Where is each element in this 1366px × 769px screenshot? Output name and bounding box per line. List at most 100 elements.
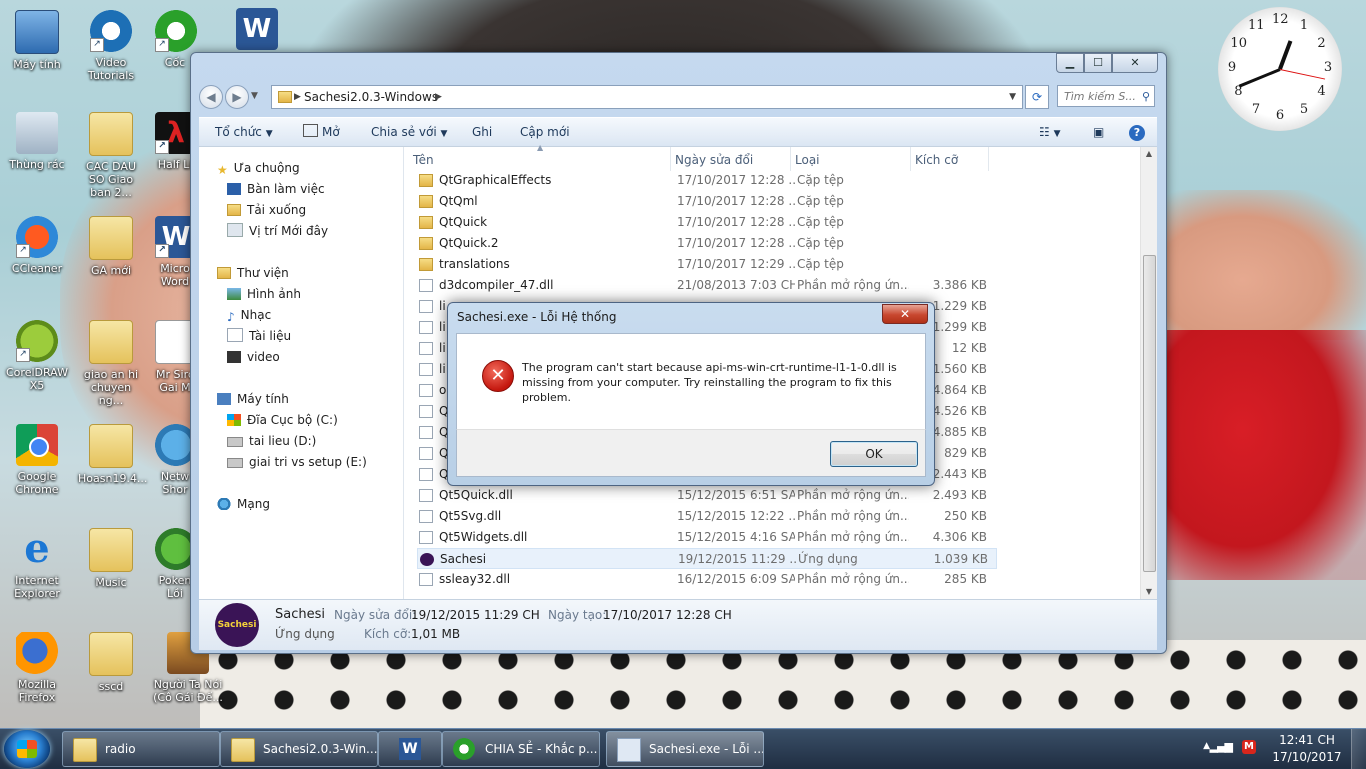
file-name: QtQuick — [439, 215, 488, 229]
desktop-icon-sscd[interactable]: sscd — [80, 632, 142, 693]
desktop-icon-mozilla-firefox[interactable]: Mozilla Firefox — [6, 632, 68, 704]
file-row[interactable]: QtQml 17/10/2017 12:28 ... Cặp tệp — [417, 191, 997, 212]
file-name: Qt5Quick.dll — [439, 488, 513, 502]
file-type: Phần mở rộng ứn... — [797, 572, 909, 586]
desktop-icon-mr-sirc[interactable]: Mr Sirc Gai M — [155, 320, 199, 394]
scrollbar-thumb[interactable] — [1143, 255, 1156, 572]
unikey-icon[interactable]: M — [1242, 740, 1256, 754]
column-header-name[interactable]: Tên — [409, 147, 671, 171]
file-row[interactable]: d3dcompiler_47.dll 21/08/2013 7:03 CH Phần… — [417, 275, 997, 296]
desktop-icon-music[interactable]: Music — [80, 528, 142, 589]
dialog-body: ✕ The program can't start because api-ms… — [456, 333, 926, 430]
nav-pictures[interactable]: Hình ảnh — [227, 284, 301, 304]
refresh-button[interactable]: ⟳ — [1025, 85, 1049, 109]
tray-date[interactable]: 17/10/2017 — [1272, 750, 1342, 764]
address-bar[interactable]: ▶ Sachesi2.0.3-Windows ▶ ▼ — [271, 85, 1023, 109]
nav-recent-places[interactable]: Vị trí Mới đây — [227, 221, 328, 241]
taskbar-button-coccoc[interactable]: CHIA SẺ - Khắc p... — [442, 731, 600, 767]
burn-button[interactable]: Ghi — [472, 118, 492, 146]
nav-drive-d[interactable]: tai lieu (D:) — [227, 431, 316, 451]
nav-network[interactable]: Mạng — [217, 494, 270, 514]
desktop-icon-recycle-bin[interactable]: Thùng rác — [6, 112, 68, 171]
taskbar-button-sachesi-folder[interactable]: Sachesi2.0.3-Win... — [220, 731, 378, 767]
dll-file-icon — [419, 279, 433, 292]
show-desktop-button[interactable] — [1351, 729, 1366, 769]
start-button[interactable] — [4, 730, 50, 768]
help-icon[interactable]: ? — [1129, 118, 1145, 146]
file-row[interactable]: Qt5Quick.dll 15/12/2015 6:51 SA Phần mở rộ… — [417, 485, 997, 506]
desktop-icon-word-doc[interactable]: W — [232, 8, 282, 54]
desktop-icon-ccleaner[interactable]: ↗ CCleaner — [6, 216, 68, 275]
recent-pages-chevron-icon[interactable]: ▼ — [251, 85, 258, 107]
scroll-down-icon[interactable]: ▼ — [1141, 585, 1157, 599]
desktop-icon-coreldraw[interactable]: ↗ CorelDRAW X5 — [6, 320, 68, 392]
nav-drive-c[interactable]: Đĩa Cục bộ (C:) — [227, 410, 338, 430]
taskbar-button-word[interactable]: W — [378, 731, 442, 767]
file-type: Cặp tệp — [797, 257, 844, 271]
column-header-type[interactable]: Loại — [791, 147, 911, 171]
file-row[interactable]: Qt5Widgets.dll 15/12/2015 4:16 SA Phần mở … — [417, 527, 997, 548]
desktop-icon-microsoft-word[interactable]: W ↗ Micro Word — [155, 216, 197, 288]
taskbar-button-radio[interactable]: radio — [62, 731, 220, 767]
address-dropdown-icon[interactable]: ▼ — [1009, 86, 1016, 108]
desktop-icon-network-shortcut[interactable]: Netw Shor — [155, 424, 197, 496]
file-row[interactable]: QtGraphicalEffects 17/10/2017 12:28 ... Cặ… — [417, 170, 997, 191]
file-name: QtQuick.2 — [439, 236, 499, 250]
desktop-icon-coccoc[interactable]: ↗ Cốc — [155, 10, 197, 69]
nav-desktop[interactable]: Bàn làm việc — [227, 179, 325, 199]
desktop-icon-internet-explorer[interactable]: e Internet Explorer — [6, 528, 68, 601]
organize-button[interactable]: Tổ chức ▼ — [215, 118, 273, 146]
desktop-icon-half-life[interactable]: λ ↗ Half Li — [155, 112, 197, 171]
signal-bars-icon[interactable]: ▂▄▆ — [1210, 740, 1233, 753]
desktop-icon-cac-dau-so[interactable]: CAC DAU SO Giao ban 2... — [78, 112, 144, 199]
file-name: QtQml — [439, 194, 478, 208]
file-row[interactable]: Sachesi 19/12/2015 11:29 ... Ứng dụng 1.039… — [417, 548, 997, 569]
breadcrumb[interactable]: Sachesi2.0.3-Windows — [304, 86, 438, 108]
view-options-icon[interactable]: ☷ ▼ — [1039, 118, 1061, 146]
nav-favorites[interactable]: ★ Ưa chuộng — [217, 158, 300, 178]
tray-time[interactable]: 12:41 CH — [1272, 733, 1342, 747]
open-button[interactable]: Mở — [303, 118, 340, 146]
firefox-icon — [16, 632, 58, 674]
share-with-button[interactable]: Chia sẻ với ▼ — [371, 118, 447, 146]
nav-drive-e[interactable]: giai tri vs setup (E:) — [227, 452, 367, 472]
nav-libraries[interactable]: Thư viện — [217, 263, 289, 283]
nav-videos[interactable]: video — [227, 347, 280, 367]
file-row[interactable]: ssleay32.dll 16/12/2015 6:09 SA Phần mở rộ… — [417, 569, 997, 590]
nav-downloads[interactable]: Tải xuống — [227, 200, 306, 220]
error-dialog: Sachesi.exe - Lỗi Hệ thống ✕ ✕ The progr… — [447, 302, 935, 486]
desktop-icon-ga-moi[interactable]: GA mới — [80, 216, 142, 277]
file-row[interactable]: Qt5Svg.dll 15/12/2015 12:22 ... Phần mở rộ… — [417, 506, 997, 527]
clock-numeral: 11 — [1248, 18, 1265, 34]
desktop-icon-giao-an[interactable]: giao an hi chuyen ng... — [78, 320, 144, 407]
minimize-button[interactable]: ▁ — [1056, 53, 1084, 73]
close-button[interactable]: ✕ — [1112, 53, 1158, 73]
nav-computer[interactable]: Máy tính — [217, 389, 289, 409]
search-input[interactable]: Tìm kiếm S... ⚲ — [1057, 85, 1155, 107]
desktop-icon-computer[interactable]: Máy tính — [6, 10, 68, 71]
column-header-date[interactable]: Ngày sửa đổi — [671, 147, 791, 171]
desktop-icon-hoasn[interactable]: Hoasn19.4... — [78, 424, 147, 485]
file-row[interactable]: QtQuick 17/10/2017 12:28 ... Cặp tệp — [417, 212, 997, 233]
scroll-up-icon[interactable]: ▲ — [1141, 147, 1157, 161]
computer-icon — [15, 10, 59, 54]
file-row[interactable]: translations 17/10/2017 12:29 ... Cặp tệp — [417, 254, 997, 275]
nav-music[interactable]: ♪ Nhạc — [227, 305, 271, 325]
vertical-scrollbar[interactable]: ▲ ▼ — [1140, 147, 1157, 599]
new-folder-button[interactable]: Cập mới — [520, 118, 570, 146]
file-row[interactable]: QtQuick.2 17/10/2017 12:28 ... Cặp tệp — [417, 233, 997, 254]
forward-button[interactable]: ▶ — [225, 85, 249, 109]
desktop-icon-video-tutorials[interactable]: ↗ Video Tutorials — [80, 10, 142, 82]
taskbar-button-error-dialog[interactable]: Sachesi.exe - Lỗi ... — [606, 731, 764, 767]
maximize-button[interactable]: ☐ — [1084, 53, 1112, 73]
dll-file-icon — [419, 300, 433, 313]
preview-pane-icon[interactable]: ▣ — [1093, 118, 1104, 146]
clock-gadget[interactable]: 12 1 2 3 4 5 6 7 8 9 10 11 — [1218, 7, 1342, 131]
desktop-icon-google-chrome[interactable]: Google Chrome — [6, 424, 68, 496]
column-header-size[interactable]: Kích cỡ — [911, 147, 989, 171]
back-button[interactable]: ◀ — [199, 85, 223, 109]
ok-button[interactable]: OK — [830, 441, 918, 467]
dialog-close-button[interactable]: ✕ — [882, 304, 928, 324]
desktop-icon-pokemon[interactable]: Poken Lồi — [155, 528, 197, 600]
nav-documents[interactable]: Tài liệu — [227, 326, 291, 346]
